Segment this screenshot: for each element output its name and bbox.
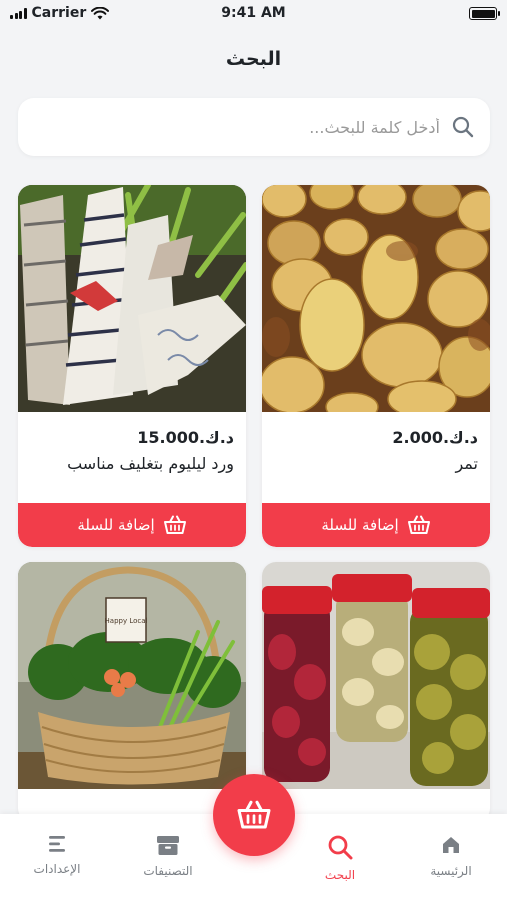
search-icon: [328, 835, 353, 860]
product-price: د.ك.15.000: [137, 428, 234, 447]
product-card[interactable]: [262, 562, 490, 822]
add-to-cart-label: إضافة للسلة: [321, 516, 399, 534]
product-card[interactable]: د.ك.15.000 ورد ليليوم بتغليف مناسب إضافة…: [18, 185, 246, 547]
settings-icon: [49, 836, 65, 852]
tab-categories-label: التصنيفات: [143, 864, 193, 878]
product-image-pickles[interactable]: [262, 562, 490, 789]
product-price: د.ك.2.000: [392, 428, 478, 447]
basket-icon: [163, 515, 186, 534]
add-to-cart-button[interactable]: إضافة للسلة: [262, 503, 490, 547]
tab-home[interactable]: الرئيسية: [401, 814, 501, 900]
tab-home-label: الرئيسية: [430, 864, 472, 878]
tab-settings[interactable]: الإعدادات: [7, 814, 107, 900]
search-box[interactable]: [18, 98, 490, 156]
battery-icon: [469, 7, 500, 20]
cart-fab-button[interactable]: [213, 774, 295, 856]
product-name: تمر: [455, 454, 478, 473]
product-card[interactable]: Happy Local: [18, 562, 246, 822]
status-time: 9:41 AM: [221, 5, 286, 21]
tab-categories[interactable]: التصنيفات: [118, 814, 218, 900]
product-image-basket[interactable]: Happy Local: [18, 562, 246, 789]
home-icon: [443, 837, 459, 853]
basket-sign-text: Happy Local: [105, 617, 148, 625]
product-image-lilies[interactable]: [18, 185, 246, 412]
product-name: ورد ليليوم بتغليف مناسب: [67, 454, 234, 473]
product-card[interactable]: د.ك.2.000 تمر إضافة للسلة: [262, 185, 490, 547]
status-bar: Carrier 9:41 AM: [0, 0, 507, 28]
product-image-dates[interactable]: [262, 185, 490, 412]
add-to-cart-button[interactable]: إضافة للسلة: [18, 503, 246, 547]
tab-search-label: البحث: [324, 868, 356, 882]
tab-settings-label: الإعدادات: [33, 862, 81, 876]
search-input[interactable]: [34, 107, 440, 147]
basket-icon: [407, 515, 430, 534]
search-icon: [452, 116, 474, 138]
add-to-cart-label: إضافة للسلة: [77, 516, 155, 534]
page-title: البحث: [225, 48, 282, 70]
tab-search[interactable]: البحث: [290, 814, 390, 900]
basket-icon: [237, 800, 271, 829]
categories-icon: [157, 836, 179, 855]
